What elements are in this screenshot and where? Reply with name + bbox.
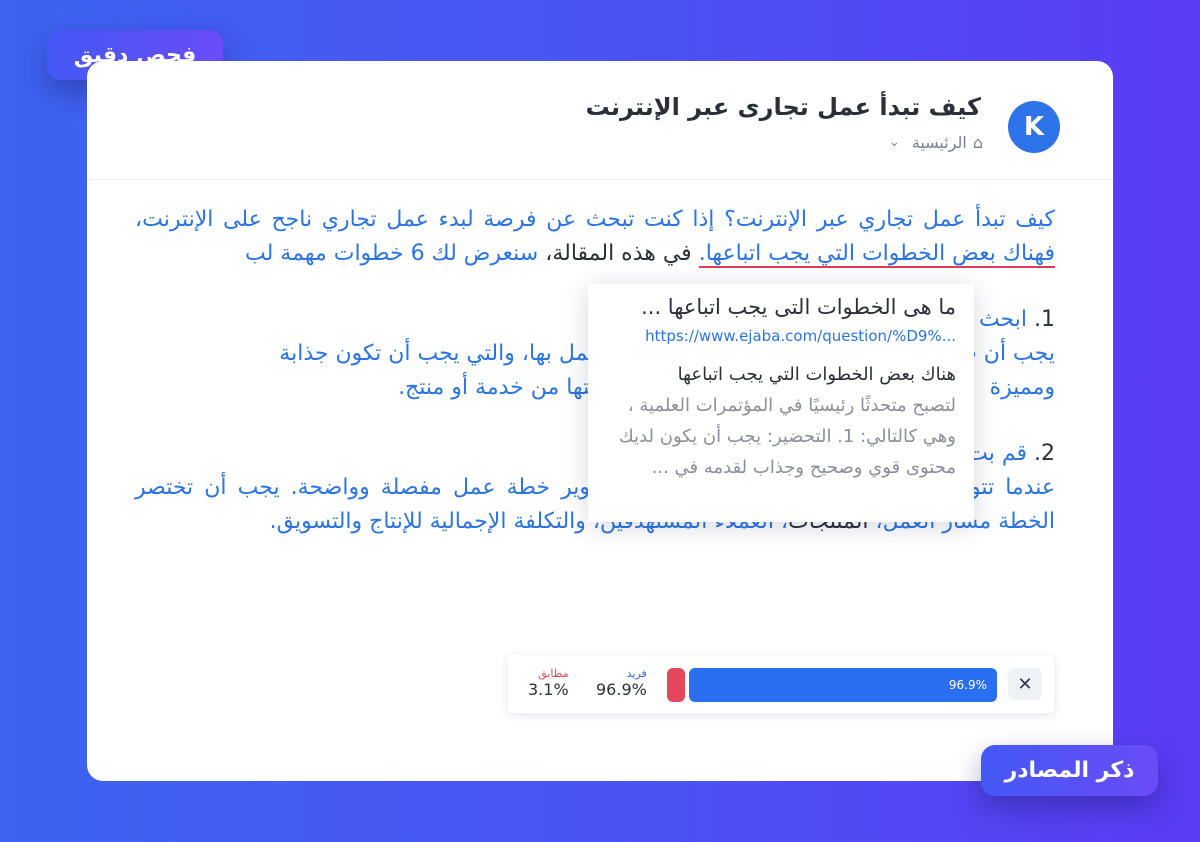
section-1-text-c: ومميزة: [989, 375, 1055, 400]
close-icon[interactable]: ✕: [1008, 668, 1042, 700]
avatar[interactable]: K: [1008, 101, 1060, 153]
match-stat: مطابق 3.1%: [528, 667, 569, 699]
breadcrumb-label: الرئيسية: [911, 133, 967, 152]
intro-text: كيف تبدأ عمل تجاري عبر الإنترنت؟ إذا كنت…: [135, 207, 1055, 232]
highlighted-match[interactable]: فهناك بعض الخطوات التي يجب اتباعها.: [698, 241, 1055, 268]
unique-value: 96.9%: [596, 680, 647, 699]
intro-text-end: سنعرض لك 6 خطوات مهمة لب: [245, 241, 546, 266]
unique-stat: فريد 96.9%: [596, 667, 647, 699]
unique-bar-label: 96.9%: [948, 678, 987, 692]
source-snippet-heading: هناك بعض الخطوات التي يجب اتباعها: [677, 364, 956, 385]
source-popup[interactable]: ما هى الخطوات التى يجب اتباعها ... https…: [588, 284, 974, 522]
section-2-heading: قم بت: [967, 441, 1027, 466]
match-bar-segment: [667, 668, 685, 702]
breadcrumb[interactable]: ⌂ الرئيسية ⌄: [889, 133, 983, 152]
match-value: 3.1%: [528, 680, 569, 699]
section-2-number: 2.: [1034, 441, 1055, 466]
chevron-down-icon: ⌄: [888, 135, 900, 150]
intro-text-unmatched: في هذه المقالة،: [545, 241, 699, 266]
unique-bar-segment: 96.9%: [689, 668, 997, 702]
home-icon: ⌂: [972, 133, 983, 152]
source-title[interactable]: ما هى الخطوات التى يجب اتباعها ...: [602, 290, 956, 324]
originality-track: 96.9%: [667, 668, 997, 702]
originality-bar: ✕ 96.9% فريد 96.9% مطابق 3.1%: [508, 655, 1054, 713]
unique-label: فريد: [626, 667, 647, 680]
badge-cite-sources: ذكر المصادر: [981, 745, 1158, 796]
intro-paragraph: كيف تبدأ عمل تجاري عبر الإنترنت؟ إذا كنت…: [135, 203, 1055, 271]
document-header: K كيف تبدأ عمل تجارى عبر الإنترنت ⌂ الرئ…: [87, 61, 1113, 180]
match-label: مطابق: [538, 667, 569, 680]
source-snippet-text: لتصبح متحدثًا رئيسيًا في المؤتمرات العلم…: [618, 395, 956, 478]
source-url[interactable]: https://www.ejaba.com/question/%D9%...: [602, 324, 956, 348]
section-1-number: 1.: [1034, 307, 1055, 332]
page-title: كيف تبدأ عمل تجارى عبر الإنترنت: [585, 93, 981, 121]
